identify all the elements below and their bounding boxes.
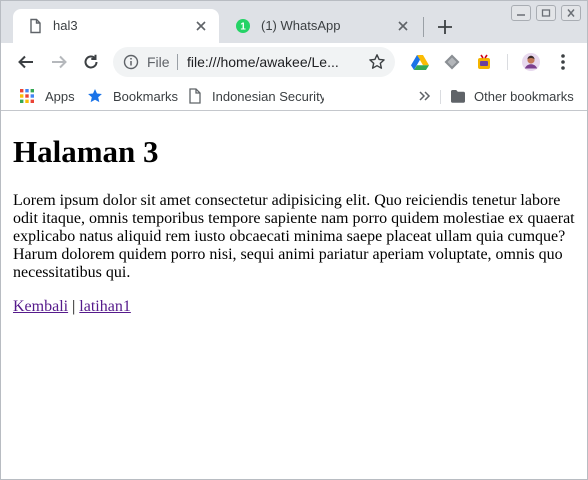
tab-separator: [423, 17, 424, 37]
tab-hal3[interactable]: hal3: [13, 9, 219, 43]
bookmarks-separator: [440, 90, 441, 104]
forward-button[interactable]: [47, 50, 71, 74]
latihan1-link[interactable]: latihan1: [79, 298, 131, 315]
bookmark-apps[interactable]: Apps: [19, 86, 75, 106]
minimize-button[interactable]: [511, 5, 531, 21]
bookmark-indonesian-security[interactable]: Indonesian Security: [188, 86, 324, 106]
page-icon: [27, 18, 43, 34]
new-tab-button[interactable]: [433, 15, 457, 39]
page-heading: Halaman 3: [13, 134, 159, 169]
bookmarks-bar: Apps Bookmarks Indonesian Security Other…: [1, 81, 587, 111]
menu-kebab-icon[interactable]: [553, 52, 573, 72]
kembali-link[interactable]: Kembali: [13, 298, 68, 315]
browser-window: hal3 1 (1) WhatsApp File file:///home/aw…: [0, 0, 588, 480]
bookmark-label: Bookmarks: [113, 88, 179, 104]
bookmark-label: Apps: [45, 88, 75, 104]
apps-grid-icon: [19, 88, 35, 104]
page-icon: [188, 88, 202, 104]
forward-arrow-icon: [52, 55, 67, 69]
back-arrow-icon: [18, 55, 33, 69]
reload-icon: [84, 54, 98, 69]
scheme-divider: [177, 54, 178, 70]
scheme-label: File: [147, 54, 170, 70]
info-icon[interactable]: [123, 54, 139, 70]
tab-title: (1) WhatsApp: [261, 18, 341, 33]
toolbar: File file:///home/awakee/Le...: [1, 43, 587, 81]
link-separator: |: [72, 298, 76, 315]
nav-links: Kembali | latihan1: [13, 298, 131, 316]
bookmark-bookmarks[interactable]: Bookmarks: [87, 86, 178, 106]
url-text[interactable]: file:///home/awakee/Le...: [187, 54, 357, 70]
close-tab-icon[interactable]: [395, 18, 411, 34]
bookmark-label: Indonesian Security: [212, 88, 324, 104]
bookmark-star-icon[interactable]: [367, 52, 387, 72]
more-bookmarks-chevron-icon[interactable]: [417, 86, 433, 106]
address-bar[interactable]: File file:///home/awakee/Le...: [113, 47, 395, 77]
folder-icon: [450, 88, 466, 104]
tab-whatsapp[interactable]: 1 (1) WhatsApp: [221, 9, 421, 43]
toolbar-divider: [507, 54, 508, 70]
star-icon: [87, 88, 103, 104]
bookmark-label: Other bookmarks: [474, 88, 574, 104]
svg-text:1: 1: [240, 22, 246, 33]
tab-title: hal3: [53, 18, 78, 33]
close-tab-icon[interactable]: [193, 18, 209, 34]
close-window-button[interactable]: [561, 5, 581, 21]
back-button[interactable]: [14, 50, 38, 74]
maximize-button[interactable]: [536, 5, 556, 21]
lorem-paragraph: Lorem ipsum dolor sit amet consectetur a…: [13, 192, 575, 281]
bookmark-other[interactable]: Other bookmarks: [450, 86, 574, 106]
tab-strip: hal3 1 (1) WhatsApp: [1, 1, 587, 43]
layers-extension-icon[interactable]: [442, 52, 462, 72]
page-content: Halaman 3 Lorem ipsum dolor sit amet con…: [1, 112, 587, 479]
whatsapp-icon: 1: [235, 18, 251, 34]
reload-button[interactable]: [79, 50, 103, 74]
honey-extension-icon[interactable]: [474, 52, 494, 72]
profile-avatar[interactable]: [521, 52, 541, 72]
google-drive-icon[interactable]: [410, 52, 430, 72]
